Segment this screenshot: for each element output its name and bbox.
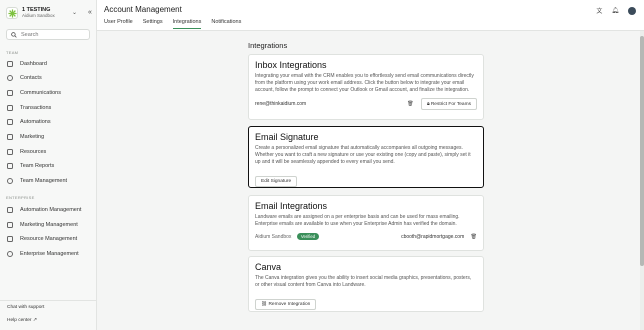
inbox-description: Integrating your email with the CRM enab… bbox=[255, 73, 474, 93]
automation-icon bbox=[7, 206, 13, 213]
sidebar: 1 TESTING Aidium Sandbox ⌄ « TEAM Dashbo… bbox=[0, 0, 97, 330]
sidebar-item-label: Communications bbox=[20, 89, 61, 96]
sidebar-item-marketing[interactable]: Marketing bbox=[7, 132, 91, 141]
external-link-icon: ↗ bbox=[32, 318, 37, 323]
restrict-button-label: Restrict For Teams bbox=[430, 102, 471, 107]
sidebar-item-transactions[interactable]: Transactions bbox=[7, 103, 91, 112]
canva-description: The Canva integration gives you the abil… bbox=[255, 275, 472, 288]
sidebar-item-label: Enterprise Management bbox=[20, 250, 79, 257]
sidebar-item-resources[interactable]: Resources bbox=[7, 147, 91, 156]
search-icon bbox=[11, 31, 17, 38]
reports-icon bbox=[7, 162, 13, 169]
chat-icon bbox=[7, 89, 13, 96]
sidebar-item-label: Automations bbox=[20, 118, 51, 125]
sidebar-item-enterprise-management[interactable]: Enterprise Management bbox=[7, 249, 91, 258]
megaphone-icon bbox=[7, 221, 13, 228]
canva-card: Canva The Canva integration gives you th… bbox=[248, 256, 484, 312]
search-input[interactable] bbox=[21, 31, 81, 38]
sidebar-item-label: Team Management bbox=[20, 177, 68, 184]
chevron-down-icon[interactable]: ⌄ bbox=[72, 9, 77, 16]
sidebar-divider bbox=[0, 300, 96, 301]
canva-title: Canva bbox=[255, 262, 282, 272]
tab-settings[interactable]: Settings bbox=[143, 19, 163, 29]
tab-notifications[interactable]: Notifications bbox=[211, 19, 241, 29]
contacts-icon bbox=[7, 74, 13, 81]
header: Account Management User Profile Settings… bbox=[97, 0, 644, 31]
enterprise-section-label: ENTERPRISE bbox=[6, 195, 35, 200]
sidebar-item-automations[interactable]: Automations bbox=[7, 117, 91, 126]
inbox-email: rene@thinkaidium.com bbox=[255, 101, 307, 107]
folder-icon bbox=[7, 235, 13, 242]
sidebar-item-label: Resource Management bbox=[20, 235, 78, 242]
sidebar-item-label: Marketing Management bbox=[20, 221, 78, 228]
enterprise-email: cbooth@rapidmortgage.com bbox=[401, 233, 465, 240]
sidebar-item-communications[interactable]: Communications bbox=[7, 88, 91, 97]
sidebar-item-dashboard[interactable]: Dashboard bbox=[7, 59, 91, 68]
org-switcher[interactable]: 1 TESTING Aidium Sandbox ⌄ « bbox=[6, 6, 92, 20]
integrations-heading: Integrations bbox=[248, 41, 288, 50]
remove-integration-label: Remove Integration bbox=[268, 302, 311, 307]
verified-badge: Verified bbox=[296, 233, 320, 240]
inbox-integrations-card: Inbox Integrations Integrating your emai… bbox=[248, 54, 484, 120]
chat-with-support-link[interactable]: Chat with support bbox=[7, 305, 44, 310]
sidebar-item-label: Team Reports bbox=[20, 162, 55, 169]
sidebar-item-label: Resources bbox=[20, 148, 47, 155]
gear-icon bbox=[7, 250, 13, 257]
org-subtitle: Aidium Sandbox bbox=[22, 13, 55, 18]
tab-bar: User Profile Settings Integrations Notif… bbox=[104, 19, 251, 29]
sidebar-item-label: Automation Management bbox=[20, 206, 82, 213]
team-section-label: TEAM bbox=[6, 50, 19, 55]
org-logo bbox=[6, 7, 18, 19]
sidebar-item-label: Contacts bbox=[20, 74, 42, 81]
signature-title: Email Signature bbox=[255, 132, 319, 142]
search-box[interactable] bbox=[6, 29, 90, 40]
gear-icon bbox=[7, 177, 13, 184]
unlink-icon: ⛓︎ bbox=[261, 302, 268, 307]
email-integrations-title: Email Integrations bbox=[255, 201, 328, 211]
sidebar-item-contacts[interactable]: Contacts bbox=[7, 73, 91, 82]
sidebar-item-label: Dashboard bbox=[20, 60, 47, 67]
bell-icon[interactable]: 🔔︎ bbox=[611, 7, 619, 14]
main-content: Integrations Inbox Integrations Integrat… bbox=[97, 31, 644, 330]
sidebar-item-label: Transactions bbox=[20, 104, 52, 111]
sidebar-item-team-reports[interactable]: Team Reports bbox=[7, 161, 91, 170]
email-integrations-card: Email Integrations Landware emails are a… bbox=[248, 195, 484, 251]
email-integrations-description: Landware emails are assigned on a per en… bbox=[255, 214, 460, 227]
edit-signature-button[interactable]: Edit Signature bbox=[255, 176, 298, 187]
scrollbar[interactable] bbox=[640, 31, 644, 330]
translate-icon[interactable]: 文 bbox=[596, 6, 602, 15]
folder-icon bbox=[7, 148, 13, 155]
sidebar-item-resource-management[interactable]: Resource Management bbox=[7, 234, 91, 243]
dashboard-icon bbox=[7, 60, 13, 67]
page-title: Account Management bbox=[104, 5, 182, 14]
remove-integration-button[interactable]: ⛓︎ Remove Integration bbox=[255, 299, 317, 310]
email-signature-card: Email Signature Create a personalized em… bbox=[248, 126, 484, 188]
enterprise-org-name: Aidium Sandbox bbox=[255, 234, 292, 240]
scroll-thumb[interactable] bbox=[640, 36, 644, 266]
tab-user-profile[interactable]: User Profile bbox=[104, 19, 133, 29]
sidebar-item-automation-management[interactable]: Automation Management bbox=[7, 205, 91, 214]
megaphone-icon bbox=[7, 133, 13, 140]
trash-icon[interactable]: 🗑︎ bbox=[471, 234, 477, 240]
collapse-sidebar-icon[interactable]: « bbox=[88, 9, 92, 16]
restrict-for-teams-button[interactable]: 🔒︎ Restrict For Teams bbox=[420, 98, 477, 110]
sidebar-item-label: Marketing bbox=[20, 133, 45, 140]
trash-icon[interactable]: 🗑︎ bbox=[407, 101, 413, 107]
sidebar-item-team-management[interactable]: Team Management bbox=[7, 176, 91, 185]
tab-integrations[interactable]: Integrations bbox=[172, 19, 202, 29]
transactions-icon bbox=[7, 104, 13, 111]
sidebar-item-marketing-management[interactable]: Marketing Management bbox=[7, 220, 91, 229]
help-center-label: Help center bbox=[7, 318, 32, 323]
help-center-link[interactable]: Help center ↗ bbox=[7, 318, 37, 323]
automation-icon bbox=[7, 118, 13, 125]
inbox-title: Inbox Integrations bbox=[255, 60, 327, 70]
signature-description: Create a personalized email signature th… bbox=[255, 145, 471, 165]
avatar[interactable] bbox=[628, 6, 636, 15]
